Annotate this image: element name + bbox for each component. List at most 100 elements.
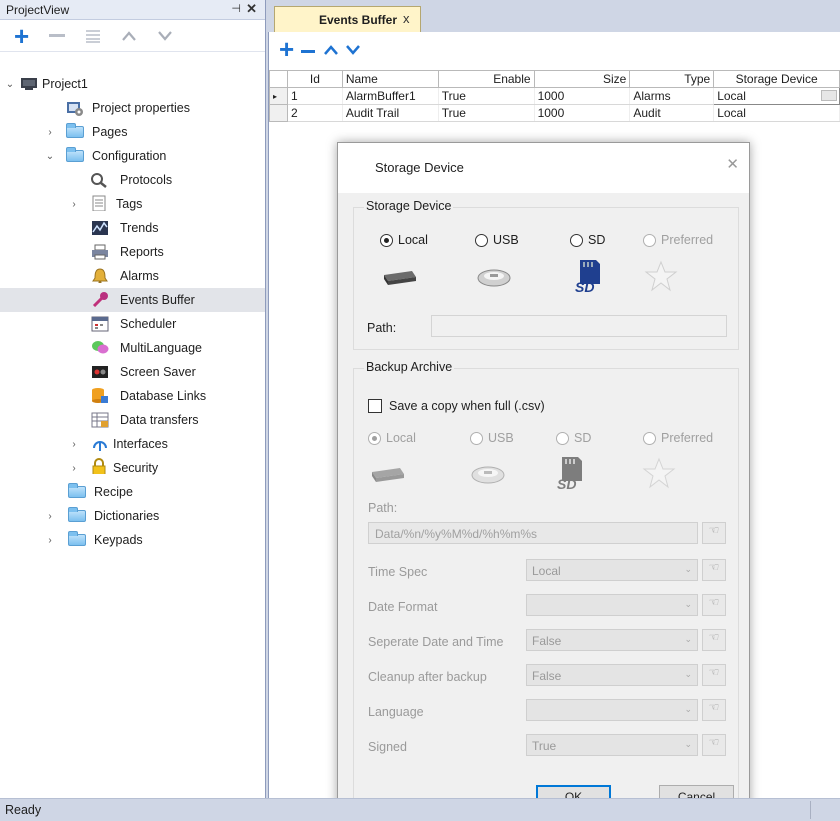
- chevron-right-icon[interactable]: ›: [68, 199, 80, 210]
- chevron-right-icon[interactable]: ›: [44, 127, 56, 138]
- signed-select[interactable]: True ⌄: [526, 734, 698, 756]
- language-select[interactable]: ⌄: [526, 699, 698, 721]
- tree-item-screen-saver[interactable]: Screen Saver: [0, 360, 265, 384]
- table-row[interactable]: ▸ 1 AlarmBuffer1 True 1000 Alarms Local: [269, 87, 840, 105]
- table-cell[interactable]: Audit: [629, 104, 715, 122]
- table-cell[interactable]: Audit Trail: [342, 104, 439, 122]
- row-header-corner: [269, 70, 288, 88]
- table-cell[interactable]: AlarmBuffer1: [342, 87, 439, 105]
- row-header[interactable]: [269, 104, 288, 122]
- add-row-icon[interactable]: +: [279, 36, 294, 62]
- add-icon[interactable]: +: [14, 23, 29, 49]
- hand-pointer-icon[interactable]: ☜: [702, 594, 726, 616]
- close-tab-icon[interactable]: x: [403, 11, 410, 26]
- backup-radio-usb[interactable]: USB: [470, 431, 514, 445]
- tree-item-security[interactable]: › Security: [0, 456, 265, 480]
- backup-archive-group: Backup Archive Save a copy when full (.c…: [353, 360, 739, 805]
- move-down-icon[interactable]: [345, 44, 361, 56]
- folder-icon: [68, 507, 86, 522]
- tree-item-multilanguage[interactable]: MultiLanguage: [0, 336, 265, 360]
- column-header[interactable]: Name: [341, 70, 439, 88]
- tab-events-buffer[interactable]: Events Buffer x: [274, 6, 421, 32]
- chevron-right-icon[interactable]: ›: [68, 463, 80, 474]
- tree-item-protocols[interactable]: Protocols: [0, 168, 265, 192]
- chevron-down-icon[interactable]: ⌄: [44, 151, 56, 162]
- hand-pointer-icon[interactable]: ☜: [702, 629, 726, 651]
- tree-item-reports[interactable]: Reports: [0, 240, 265, 264]
- table-row[interactable]: 2 Audit Trail True 1000 Audit Local: [269, 104, 840, 122]
- tree-label: Trends: [120, 221, 159, 235]
- storage-device-cell[interactable]: Local: [713, 87, 840, 105]
- backup-radio-preferred[interactable]: Preferred: [643, 431, 713, 445]
- tree-item-data-transfers[interactable]: Data transfers: [0, 408, 265, 432]
- storage-radio-usb[interactable]: USB: [475, 233, 519, 247]
- table-cell[interactable]: 1: [287, 87, 343, 105]
- hand-pointer-icon[interactable]: ☜: [702, 734, 726, 756]
- column-header[interactable]: Size: [533, 70, 631, 88]
- table-cell[interactable]: 1000: [534, 104, 631, 122]
- move-down-icon[interactable]: [157, 30, 173, 42]
- chevron-right-icon[interactable]: ›: [44, 511, 56, 522]
- tree-item-database-links[interactable]: Database Links: [0, 384, 265, 408]
- separate-date-time-select[interactable]: False ⌄: [526, 629, 698, 651]
- storage-radio-preferred[interactable]: Preferred: [643, 233, 713, 247]
- column-header[interactable]: Type: [629, 70, 715, 88]
- close-dialog-icon[interactable]: ✕: [726, 155, 739, 173]
- table-cell-value: Local: [717, 89, 746, 103]
- printer-icon: [92, 244, 108, 260]
- table-cell[interactable]: Local: [713, 104, 840, 122]
- tree-item-events-buffer[interactable]: Events Buffer: [0, 288, 265, 312]
- column-header[interactable]: Enable: [437, 70, 535, 88]
- table-cell[interactable]: 1000: [534, 87, 631, 105]
- tree-item-project1[interactable]: ⌄ Project1: [0, 72, 265, 96]
- hand-pointer-icon[interactable]: ☜: [702, 664, 726, 686]
- storage-radio-local[interactable]: Local: [380, 233, 428, 247]
- storage-radio-sd[interactable]: SD: [570, 233, 605, 247]
- tree-item-pages[interactable]: › Pages: [0, 120, 265, 144]
- select-value: False: [532, 669, 562, 683]
- date-format-select[interactable]: ⌄: [526, 594, 698, 616]
- column-header[interactable]: Id: [286, 70, 343, 88]
- storage-path-input[interactable]: [431, 315, 727, 337]
- tree-item-scheduler[interactable]: Scheduler: [0, 312, 265, 336]
- tree-item-configuration[interactable]: ⌄ Configuration: [0, 144, 265, 168]
- chevron-right-icon[interactable]: ›: [68, 439, 80, 450]
- usb-icon: [477, 269, 511, 287]
- tree-item-project-properties[interactable]: Project properties: [0, 96, 265, 120]
- backup-radio-sd[interactable]: SD: [556, 431, 591, 445]
- pin-icon[interactable]: ⊣: [231, 2, 241, 15]
- table-cell[interactable]: Alarms: [629, 87, 715, 105]
- move-up-icon[interactable]: [323, 44, 339, 56]
- cleanup-select[interactable]: False ⌄: [526, 664, 698, 686]
- ellipsis-button[interactable]: [821, 90, 837, 101]
- tree-item-tags[interactable]: › Tags: [0, 192, 265, 216]
- tree-item-trends[interactable]: Trends: [0, 216, 265, 240]
- hand-pointer-icon[interactable]: ☜: [702, 559, 726, 581]
- tree-item-alarms[interactable]: Alarms: [0, 264, 265, 288]
- hand-pointer-icon[interactable]: ☜: [702, 522, 726, 544]
- hand-pointer-icon[interactable]: ☜: [702, 699, 726, 721]
- tree-label: Keypads: [94, 533, 143, 547]
- backup-radio-local[interactable]: Local: [368, 431, 416, 445]
- tree-item-recipe[interactable]: Recipe: [0, 480, 265, 504]
- tree-item-interfaces[interactable]: › Interfaces: [0, 432, 265, 456]
- table-cell[interactable]: True: [438, 104, 535, 122]
- time-spec-select[interactable]: Local ⌄: [526, 559, 698, 581]
- tree-item-dictionaries[interactable]: › Dictionaries: [0, 504, 265, 528]
- row-pointer-icon[interactable]: ▸: [269, 87, 288, 105]
- save-copy-checkbox[interactable]: [368, 399, 382, 413]
- remove-row-icon[interactable]: [301, 50, 315, 53]
- dialog-title: Storage Device: [375, 160, 464, 175]
- chevron-down-icon[interactable]: ⌄: [4, 79, 16, 90]
- table-cell[interactable]: 2: [287, 104, 343, 122]
- close-panel-icon[interactable]: ✕: [246, 1, 257, 17]
- chevron-right-icon[interactable]: ›: [44, 535, 56, 546]
- tree-item-keypads[interactable]: › Keypads: [0, 528, 265, 552]
- remove-icon[interactable]: [49, 34, 66, 37]
- table-header-row: Id Name Enable Size Type Storage Device: [269, 70, 840, 88]
- move-up-icon[interactable]: [121, 30, 137, 42]
- table-cell[interactable]: True: [438, 87, 535, 105]
- backup-path-input[interactable]: Data/%n/%y%M%d/%h%m%s: [368, 522, 698, 544]
- column-header[interactable]: Storage Device: [713, 70, 840, 88]
- properties-icon[interactable]: [85, 29, 101, 43]
